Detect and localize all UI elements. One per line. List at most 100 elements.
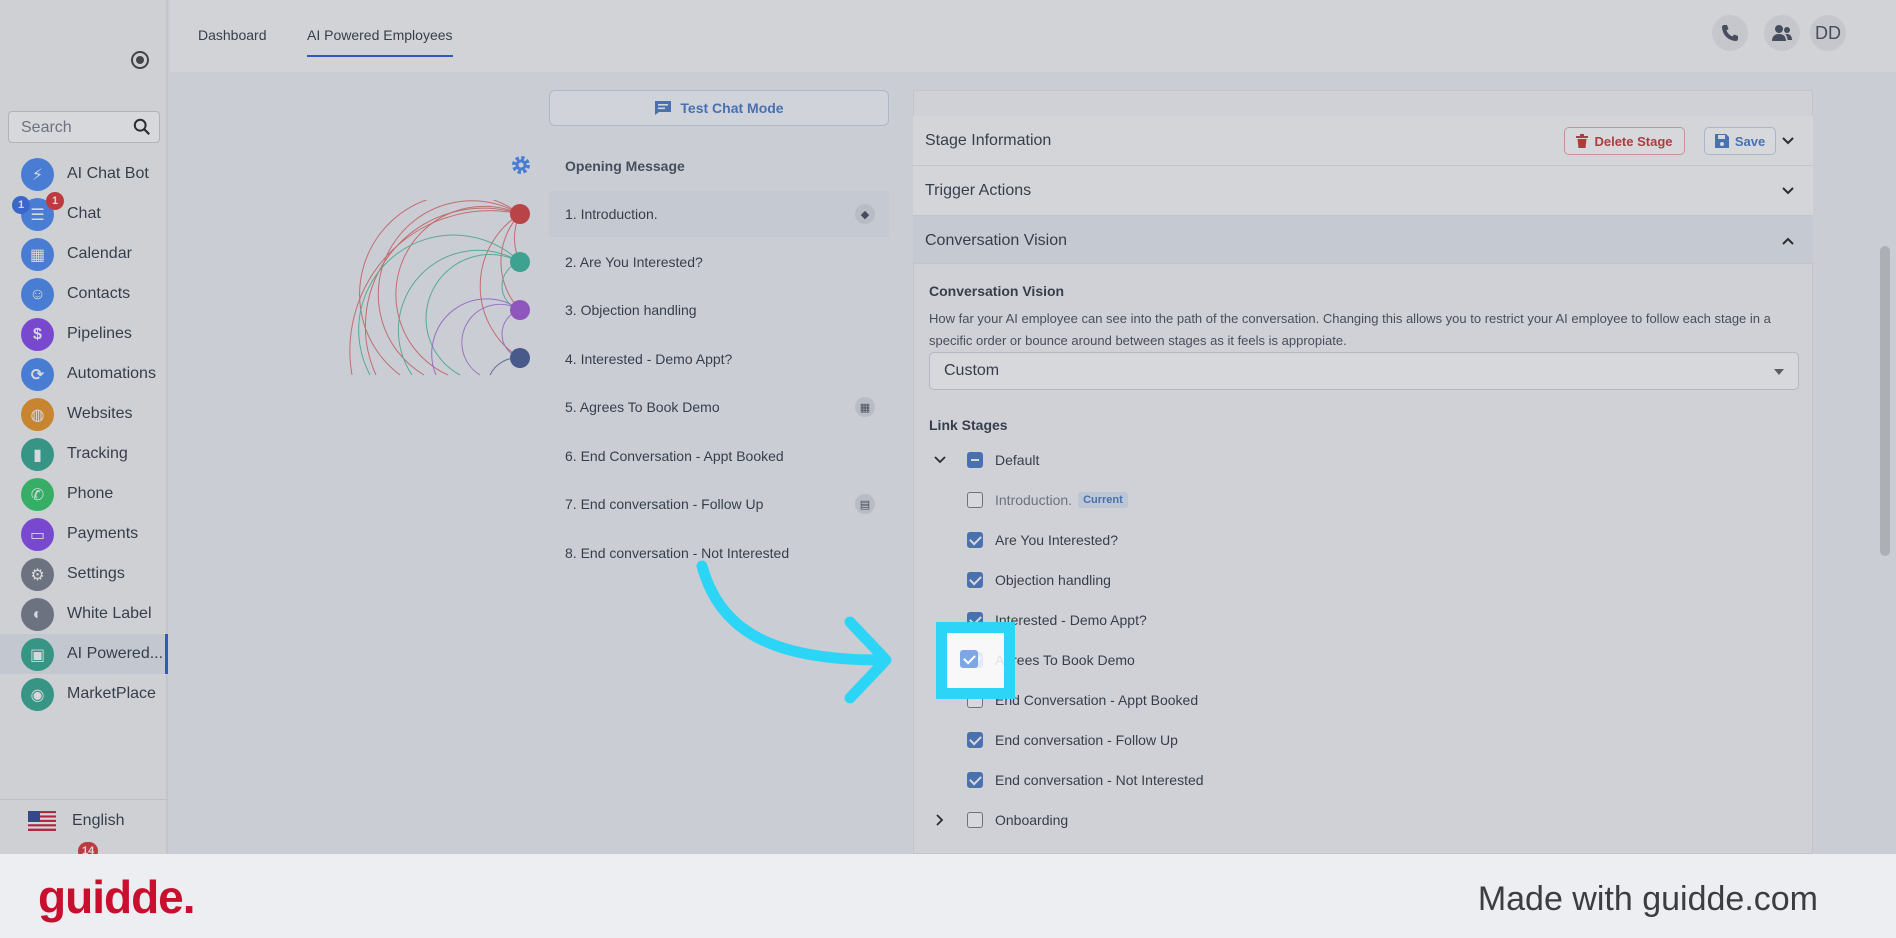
- link-group-onboarding[interactable]: Onboarding: [967, 807, 1068, 833]
- stage-agrees-to-book-demo[interactable]: 5. Agrees To Book Demo ▦: [549, 384, 889, 430]
- sidebar-item-payments[interactable]: ▭ Payments: [0, 514, 168, 554]
- accordion-conversation-vision[interactable]: Conversation Vision: [913, 216, 1813, 264]
- tab-ai-powered-employees[interactable]: AI Powered Employees: [307, 27, 453, 57]
- stage-checkbox[interactable]: [967, 492, 983, 508]
- sidebar-item-ai-chat-bot[interactable]: ⚡ AI Chat Bot: [0, 154, 168, 194]
- group-label: Default: [995, 452, 1040, 468]
- sidebar-item-settings[interactable]: ⚙ Settings: [0, 554, 168, 594]
- link-stage-label: Agrees To Book Demo: [995, 652, 1135, 668]
- stage-checkbox[interactable]: [967, 772, 983, 788]
- sidebar-item-label: AI Chat Bot: [67, 165, 149, 182]
- link-stage-label: End conversation - Follow Up: [995, 732, 1178, 748]
- calendar-icon: ▦: [21, 238, 54, 271]
- sidebar-item-phone[interactable]: ✆ Phone: [0, 474, 168, 514]
- test-chat-label: Test Chat Mode: [680, 100, 784, 116]
- users-icon: [1772, 25, 1792, 41]
- delete-stage-button[interactable]: Delete Stage: [1564, 127, 1685, 155]
- stage-objection-handling[interactable]: 3. Objection handling: [549, 287, 889, 333]
- stage-opening-message[interactable]: Opening Message: [549, 143, 889, 189]
- highlighted-checkbox[interactable]: [960, 650, 978, 668]
- accordion-trigger-actions[interactable]: Trigger Actions: [913, 166, 1813, 216]
- tab-dashboard[interactable]: Dashboard: [198, 27, 267, 43]
- sidebar-item-ai-powered[interactable]: ▣ AI Powered...: [0, 634, 168, 674]
- chat-icon: ▤: [855, 494, 875, 514]
- stage-end-follow-up[interactable]: 7. End conversation - Follow Up ▤: [549, 481, 889, 527]
- stage-checkbox[interactable]: [967, 532, 983, 548]
- chevron-down-icon[interactable]: [1781, 134, 1795, 148]
- stage-label: 1. Introduction.: [565, 206, 658, 222]
- pointer-arrow-icon: [696, 560, 892, 704]
- group-checkbox[interactable]: [967, 812, 983, 828]
- group-checkbox[interactable]: [967, 452, 983, 468]
- stage-label: 2. Are You Interested?: [565, 254, 703, 270]
- phone-button[interactable]: [1712, 15, 1748, 51]
- trash-icon: [1576, 134, 1589, 148]
- link-stage-introduction[interactable]: Introduction. Current: [967, 487, 1128, 513]
- stage-label: Opening Message: [565, 158, 685, 174]
- marketplace-icon: ◉: [21, 678, 54, 711]
- chevron-down-icon[interactable]: [934, 454, 946, 466]
- sidebar-item-label: Calendar: [67, 245, 132, 262]
- stage-are-you-interested[interactable]: 2. Are You Interested?: [549, 239, 889, 285]
- sidebar-item-label: AI Powered...: [67, 645, 164, 662]
- chevron-up-icon[interactable]: [1781, 234, 1795, 248]
- sidebar-item-calendar[interactable]: ▦ Calendar: [0, 234, 168, 274]
- caret-down-icon: [1774, 369, 1784, 375]
- gear-icon[interactable]: [509, 153, 533, 177]
- link-stage-end-not-interested[interactable]: End conversation - Not Interested: [967, 767, 1204, 793]
- sidebar-toggle-icon[interactable]: [131, 51, 149, 69]
- sidebar-item-chat[interactable]: ☰ 1 1 Chat: [0, 192, 168, 234]
- conversation-vision-heading: Conversation Vision: [929, 283, 1065, 299]
- stage-label: 8. End conversation - Not Interested: [565, 545, 790, 561]
- conversation-vision-select[interactable]: Custom: [929, 352, 1799, 390]
- chat-count-badge: 1: [12, 196, 30, 214]
- search-icon[interactable]: [133, 118, 151, 136]
- search-input[interactable]: Search: [8, 111, 160, 143]
- sidebar-item-pipelines[interactable]: $ Pipelines: [0, 314, 168, 354]
- select-value: Custom: [944, 362, 1000, 379]
- language-selector[interactable]: English: [0, 799, 168, 841]
- accordion-title: Stage Information: [925, 132, 1052, 149]
- link-stage-objection-handling[interactable]: Objection handling: [967, 567, 1111, 593]
- chat-unread-badge: 1: [46, 192, 64, 210]
- users-button[interactable]: [1764, 15, 1800, 51]
- made-with-label: Made with guidde.com: [1477, 880, 1818, 918]
- link-stage-label: Objection handling: [995, 572, 1111, 588]
- sidebar: Search ⚡ AI Chat Bot ☰ 1 1 Chat ▦ Calend…: [0, 0, 168, 860]
- us-flag-icon: [28, 811, 56, 831]
- sidebar-item-contacts[interactable]: ☺ Contacts: [0, 274, 168, 314]
- sidebar-item-white-label[interactable]: ◐ White Label: [0, 594, 168, 634]
- link-group-default[interactable]: Default: [967, 447, 1039, 473]
- link-stage-label: End Conversation - Appt Booked: [995, 692, 1199, 708]
- sidebar-item-label: Websites: [67, 405, 133, 422]
- stage-checkbox[interactable]: [967, 572, 983, 588]
- link-stage-are-you-interested[interactable]: Are You Interested?: [967, 527, 1118, 553]
- save-icon: [1714, 134, 1729, 148]
- contacts-icon: ☺: [21, 278, 54, 311]
- credit-card-icon: ▭: [21, 518, 54, 551]
- sidebar-nav: ⚡ AI Chat Bot ☰ 1 1 Chat ▦ Calendar ☺ Co…: [0, 154, 168, 714]
- dollar-icon: $: [21, 318, 54, 351]
- stage-introduction[interactable]: 1. Introduction. ◆: [549, 191, 889, 237]
- sidebar-item-websites[interactable]: ◍ Websites: [0, 394, 168, 434]
- sidebar-item-automations[interactable]: ⟳ Automations: [0, 354, 168, 394]
- stage-end-appt-booked[interactable]: 6. End Conversation - Appt Booked: [549, 433, 889, 479]
- sidebar-item-marketplace[interactable]: ◉ MarketPlace: [0, 674, 168, 714]
- sidebar-item-tracking[interactable]: ▮ Tracking: [0, 434, 168, 474]
- stage-label: 7. End conversation - Follow Up: [565, 496, 764, 512]
- chart-icon: ▮: [21, 438, 54, 471]
- language-label: English: [72, 812, 125, 829]
- avatar[interactable]: DD: [1810, 15, 1846, 51]
- save-button[interactable]: Save: [1704, 127, 1776, 155]
- stage-label: 4. Interested - Demo Appt?: [565, 351, 733, 367]
- sidebar-item-label: Pipelines: [67, 325, 132, 342]
- lightning-icon: ⚡: [21, 158, 54, 191]
- stage-interested-demo-appt[interactable]: 4. Interested - Demo Appt?: [549, 336, 889, 382]
- chevron-right-icon[interactable]: [934, 814, 946, 826]
- chevron-down-icon[interactable]: [1781, 184, 1795, 198]
- page-scrollbar[interactable]: [1880, 246, 1890, 556]
- stage-checkbox[interactable]: [967, 732, 983, 748]
- test-chat-mode-button[interactable]: Test Chat Mode: [549, 90, 889, 126]
- sidebar-item-label: White Label: [67, 605, 152, 622]
- link-stage-end-follow-up[interactable]: End conversation - Follow Up: [967, 727, 1178, 753]
